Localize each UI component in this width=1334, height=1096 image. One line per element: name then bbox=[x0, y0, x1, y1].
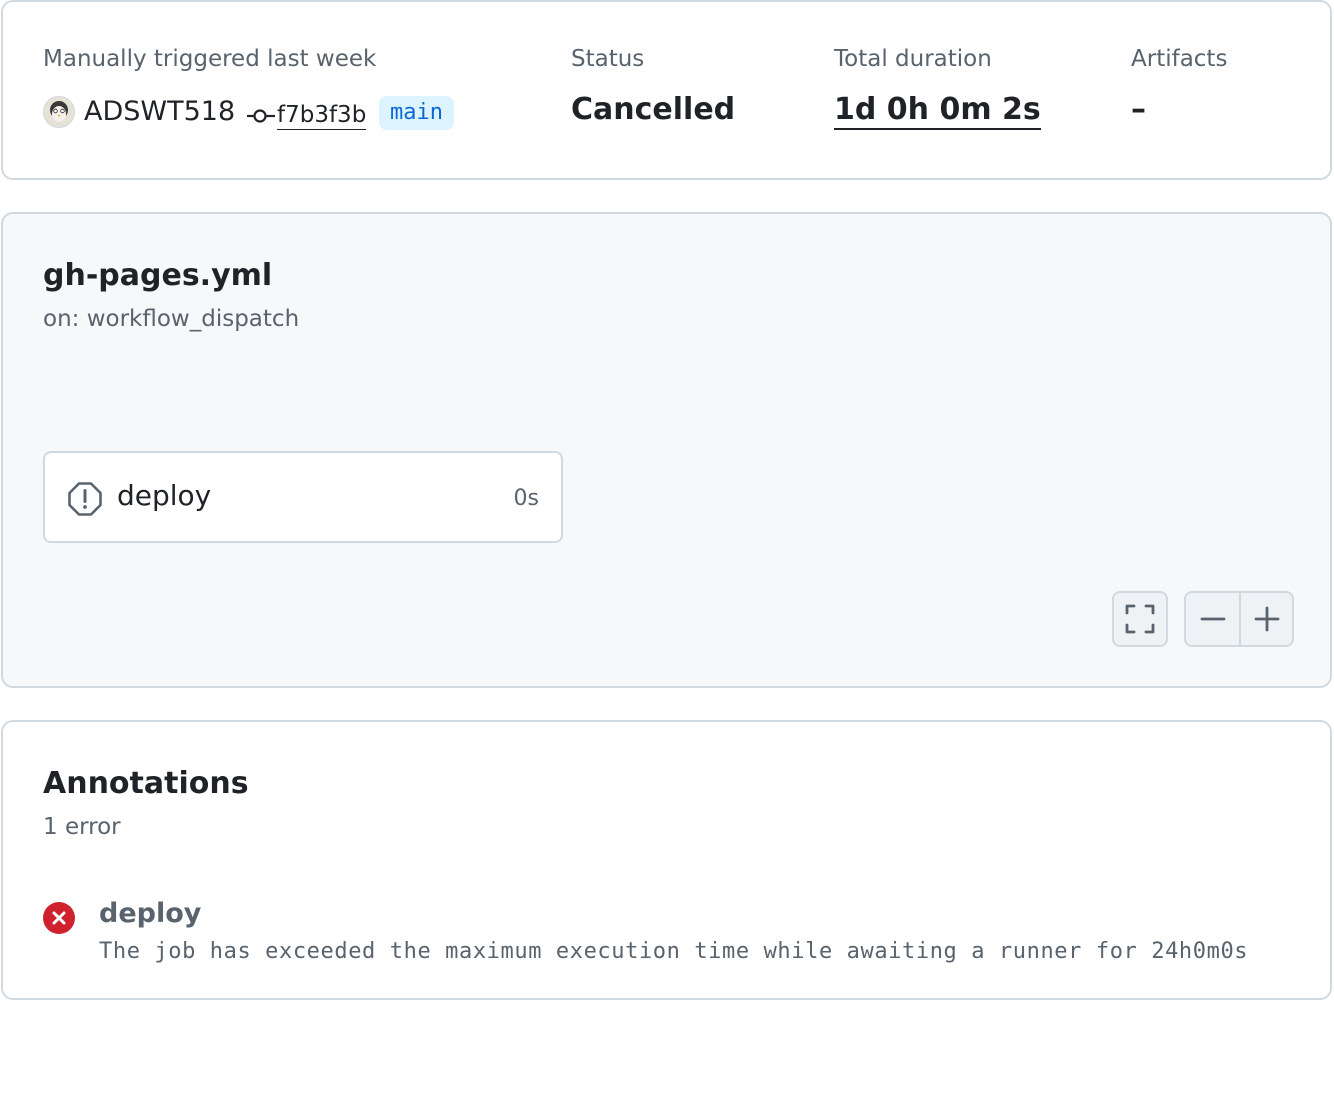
avatar[interactable] bbox=[43, 96, 75, 128]
zoom-out-icon bbox=[1200, 617, 1225, 621]
annotation-job-link[interactable]: deploy bbox=[99, 898, 201, 929]
artifacts-label: Artifacts bbox=[1131, 46, 1228, 72]
fullscreen-button[interactable] bbox=[1114, 593, 1166, 645]
workflow-graph-card: gh-pages.yml on: workflow_dispatch deplo… bbox=[1, 212, 1332, 688]
workflow-file-title: gh-pages.yml bbox=[43, 258, 273, 293]
zoom-out-button[interactable] bbox=[1186, 593, 1241, 645]
artifacts-value: – bbox=[1131, 92, 1146, 127]
status-label: Status bbox=[571, 46, 645, 72]
zoom-in-icon bbox=[1254, 606, 1279, 632]
job-duration: 0s bbox=[513, 486, 539, 511]
duration-value[interactable]: 1d 0h 0m 2s bbox=[834, 92, 1041, 130]
alert-octagon-icon bbox=[68, 482, 102, 516]
annotations-count: 1 error bbox=[43, 814, 121, 840]
fullscreen-control bbox=[1112, 591, 1168, 647]
avatar-image bbox=[44, 97, 74, 127]
annotations-card: Annotations 1 error deploy The job has e… bbox=[1, 720, 1332, 1000]
job-name: deploy bbox=[117, 479, 212, 512]
zoom-controls bbox=[1184, 591, 1294, 647]
fullscreen-icon bbox=[1125, 604, 1155, 634]
actor-link[interactable]: ADSWT518 bbox=[84, 96, 235, 127]
commit-sha-link[interactable]: f7b3f3b bbox=[277, 101, 367, 130]
status-value: Cancelled bbox=[571, 92, 736, 127]
annotation-message: The job has exceeded the maximum executi… bbox=[99, 939, 1249, 964]
job-card-deploy[interactable]: deploy 0s bbox=[43, 451, 563, 543]
git-commit-icon bbox=[247, 109, 275, 123]
duration-label: Total duration bbox=[834, 46, 992, 72]
trigger-label: Manually triggered last week bbox=[43, 46, 377, 72]
zoom-in-button[interactable] bbox=[1241, 593, 1292, 645]
workflow-trigger: on: workflow_dispatch bbox=[43, 306, 300, 332]
run-summary-card: Manually triggered last week ADSWT518 f7… bbox=[1, 0, 1332, 180]
x-circle-fill-icon bbox=[43, 902, 75, 934]
annotations-title: Annotations bbox=[43, 766, 249, 801]
branch-badge[interactable]: main bbox=[379, 96, 454, 130]
